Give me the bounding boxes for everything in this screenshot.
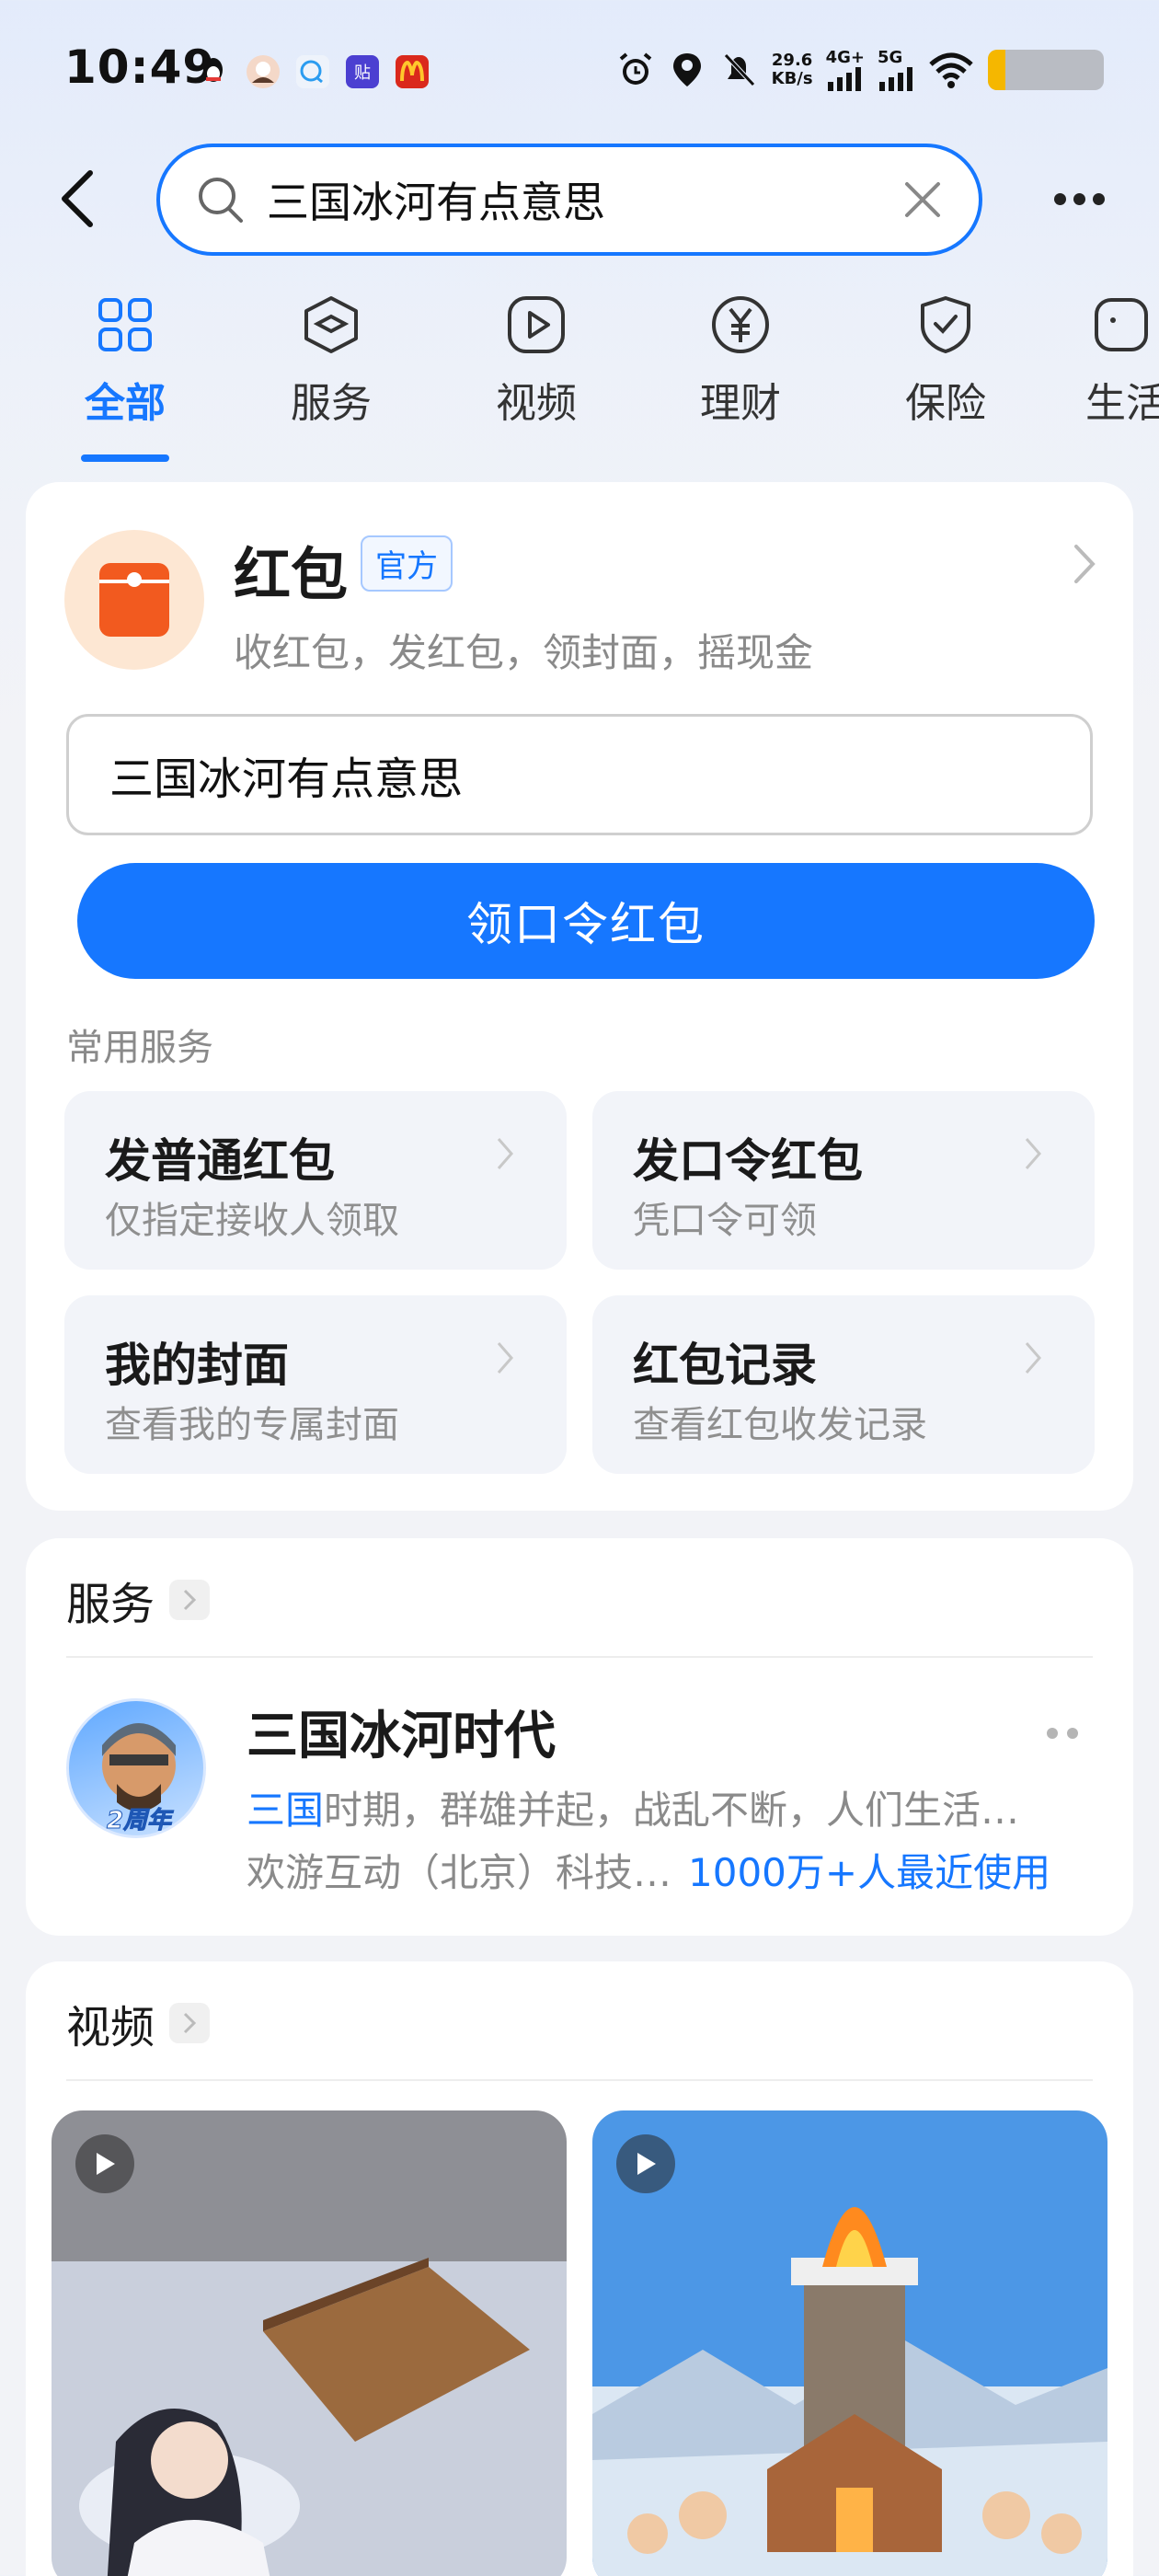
grid-icon bbox=[98, 298, 152, 351]
divider bbox=[66, 1656, 1093, 1658]
tab-videos[interactable]: 视频 bbox=[472, 293, 601, 429]
red-packet-card: 红包 官方 收红包，发红包，领封面，摇现金 三国冰河有点意思 领口令红包 常用服… bbox=[26, 482, 1133, 1511]
app-name[interactable]: 三国冰河时代 bbox=[247, 1695, 556, 1769]
claim-password-red-packet-button[interactable]: 领口令红包 bbox=[77, 863, 1095, 979]
svg-text:贴: 贴 bbox=[354, 63, 371, 83]
search-icon bbox=[199, 178, 243, 223]
service-send-normal[interactable]: 发普通红包 仅指定接收人领取 bbox=[64, 1091, 567, 1270]
svg-text:2周年: 2周年 bbox=[107, 1807, 174, 1834]
chevron-right-icon bbox=[169, 1580, 211, 1620]
service-red-packet-records[interactable]: 红包记录 查看红包收发记录 bbox=[592, 1295, 1095, 1474]
active-tab-indicator bbox=[81, 454, 169, 462]
signal-4g: 4G+ bbox=[826, 48, 865, 91]
more-options-button[interactable] bbox=[1054, 182, 1109, 215]
signal-icon bbox=[879, 67, 912, 91]
chevron-right-icon bbox=[1025, 1138, 1041, 1169]
video-section-header[interactable]: 视频 bbox=[66, 1991, 211, 2055]
signal-icon bbox=[827, 67, 861, 91]
service-my-covers[interactable]: 我的封面 查看我的专属封面 bbox=[64, 1295, 567, 1474]
status-time: 10:49 bbox=[64, 40, 216, 94]
battery-icon bbox=[988, 49, 1104, 90]
chevron-right-icon[interactable] bbox=[1071, 541, 1098, 587]
chevron-right-icon bbox=[1025, 1342, 1041, 1374]
video-thumbnail-2[interactable] bbox=[592, 2110, 1107, 2576]
service-card: 服务 2周年 三国冰河时代 三国时期，群雄并起，战乱不断，人们生活… 欢游互动（… bbox=[26, 1538, 1133, 1936]
service-section-header[interactable]: 服务 bbox=[66, 1568, 211, 1632]
play-icon bbox=[508, 296, 565, 353]
password-input[interactable]: 三国冰河有点意思 bbox=[66, 714, 1093, 835]
mcdonalds-icon bbox=[394, 53, 430, 90]
app-description: 三国时期，群雄并起，战乱不断，人们生活… bbox=[247, 1788, 1020, 1833]
chevron-right-icon bbox=[169, 2003, 211, 2043]
video-card: 视频 bbox=[26, 1961, 1133, 2576]
search-box[interactable]: 三国冰河有点意思 bbox=[156, 144, 982, 256]
back-button[interactable] bbox=[55, 167, 99, 230]
chevron-right-icon bbox=[497, 1342, 513, 1374]
shield-icon bbox=[921, 296, 970, 353]
location-icon bbox=[672, 52, 701, 86]
category-tabs: 全部 服务 视频 理财 保险 生活 bbox=[0, 293, 1159, 467]
app-more-button[interactable] bbox=[1047, 1728, 1078, 1739]
cube-icon bbox=[304, 296, 358, 353]
tab-insurance[interactable]: 保险 bbox=[881, 293, 1010, 429]
alarm-icon bbox=[619, 52, 651, 85]
status-bar: 10:49 贴 29.6 KB/s 4G+ 5G bbox=[0, 0, 1159, 138]
app-icon[interactable]: 2周年 bbox=[66, 1698, 206, 1838]
red-packet-logo bbox=[64, 530, 204, 670]
official-badge: 官方 bbox=[361, 535, 453, 592]
face-icon bbox=[1095, 298, 1148, 351]
search-input[interactable]: 三国冰河有点意思 bbox=[267, 169, 605, 230]
common-services-label: 常用服务 bbox=[66, 1027, 213, 1069]
net-speed: 29.6 KB/s bbox=[771, 50, 813, 88]
qq-icon bbox=[195, 53, 232, 90]
clear-icon[interactable] bbox=[901, 178, 944, 221]
app-meta: 欢游互动（北京）科技… 1000万+人最近使用 bbox=[247, 1850, 1051, 1895]
signal-5g: 5G bbox=[878, 48, 914, 91]
tab-finance[interactable]: 理财 bbox=[676, 293, 805, 429]
red-packet-title[interactable]: 红包 bbox=[234, 528, 348, 611]
video-thumbnail-1[interactable] bbox=[52, 2110, 567, 2576]
red-packet-description: 收红包，发红包，领封面，摇现金 bbox=[234, 630, 814, 675]
red-envelope-icon bbox=[99, 563, 169, 637]
wifi-icon bbox=[929, 52, 973, 88]
battery-fill bbox=[988, 49, 1005, 90]
chevron-right-icon bbox=[497, 1138, 513, 1169]
tieba-icon: 贴 bbox=[344, 53, 381, 90]
chat-bubble-icon bbox=[294, 53, 331, 90]
avatar-icon bbox=[245, 53, 281, 90]
chevron-left-icon bbox=[62, 170, 93, 227]
mute-icon bbox=[723, 52, 755, 86]
notification-icons: 贴 bbox=[195, 53, 430, 90]
divider bbox=[66, 2079, 1093, 2081]
yen-icon bbox=[712, 296, 769, 353]
tab-services[interactable]: 服务 bbox=[267, 293, 396, 429]
tab-life[interactable]: 生活 bbox=[1085, 293, 1159, 429]
service-send-password[interactable]: 发口令红包 凭口令可领 bbox=[592, 1091, 1095, 1270]
play-icon bbox=[616, 2134, 675, 2193]
play-icon bbox=[75, 2134, 134, 2193]
system-status: 29.6 KB/s 4G+ 5G bbox=[615, 48, 1104, 91]
tab-all[interactable]: 全部 bbox=[61, 293, 189, 429]
